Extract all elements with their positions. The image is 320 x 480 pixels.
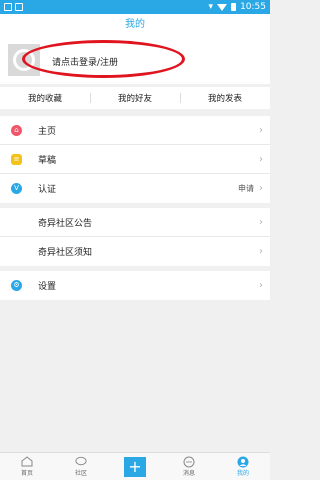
- menu-item-label: 奇异社区公告: [38, 218, 93, 229]
- tab-friends[interactable]: 我的好友: [90, 92, 180, 104]
- home-icon: [21, 456, 33, 467]
- tab-posts[interactable]: 我的发表: [180, 92, 270, 104]
- message-icon: [183, 456, 195, 467]
- chevron-right-icon: ›: [259, 124, 263, 136]
- bottom-navigation: 首页 社区 + 消息 我的: [0, 452, 270, 480]
- chat-bubble-icon: [75, 456, 87, 467]
- chevron-right-icon: ›: [259, 153, 263, 165]
- plus-icon: +: [124, 456, 146, 477]
- menu-item-label: 草稿: [38, 155, 57, 166]
- home-icon: ⌂: [11, 124, 22, 136]
- nav-label: 我的: [236, 470, 249, 477]
- notification-icon: [15, 3, 23, 11]
- menu-group-community: 奇异社区公告 › 奇异社区须知 ›: [0, 208, 270, 266]
- chevron-right-icon: ›: [259, 183, 263, 194]
- menu-item-notice[interactable]: 奇异社区须知 ›: [0, 237, 270, 266]
- chevron-right-icon: ›: [259, 246, 263, 257]
- chevron-right-icon: ›: [259, 280, 263, 291]
- avatar-placeholder-icon: [13, 49, 35, 71]
- verify-icon: V: [11, 183, 22, 194]
- status-time: 10:55: [240, 2, 266, 12]
- menu-item-home[interactable]: ⌂ 主页 ›: [0, 116, 270, 145]
- draft-icon: ≡: [11, 153, 22, 165]
- menu-item-announcement[interactable]: 奇异社区公告 ›: [0, 208, 270, 237]
- menu-group-settings: ⚙ 设置 ›: [0, 271, 270, 300]
- menu-group-main: ⌂ 主页 › ≡ 草稿 › V 认证 申请 ›: [0, 116, 270, 203]
- nav-add-post[interactable]: +: [108, 453, 162, 480]
- notification-icon: [4, 3, 12, 11]
- page-title: 我的: [0, 14, 270, 36]
- nav-community[interactable]: 社区: [54, 453, 108, 480]
- chevron-right-icon: ›: [259, 216, 263, 228]
- menu-item-settings[interactable]: ⚙ 设置 ›: [0, 271, 270, 300]
- nav-label: 社区: [74, 470, 87, 477]
- nav-home[interactable]: 首页: [0, 453, 54, 480]
- menu-item-drafts[interactable]: ≡ 草稿 ›: [0, 145, 270, 174]
- gear-icon: ⚙: [11, 280, 22, 291]
- user-icon: [237, 456, 249, 467]
- signal-icon: [217, 3, 228, 11]
- nav-messages[interactable]: 消息: [162, 453, 216, 480]
- nav-label: 首页: [20, 470, 33, 477]
- menu-item-verify[interactable]: V 认证 申请 ›: [0, 174, 270, 203]
- wifi-icon: ▾: [208, 2, 214, 12]
- menu-item-label: 认证: [38, 185, 57, 195]
- profile-tabs: 我的收藏 我的好友 我的发表: [0, 87, 270, 109]
- battery-icon: [231, 3, 237, 11]
- profile-header[interactable]: 请点击登录/注册: [0, 36, 270, 84]
- menu-item-label: 主页: [38, 126, 57, 137]
- nav-label: 消息: [182, 470, 195, 477]
- tab-favorites[interactable]: 我的收藏: [0, 92, 90, 104]
- verify-apply-text: 申请: [238, 184, 254, 193]
- avatar[interactable]: [8, 44, 40, 76]
- login-register-link[interactable]: 请点击登录/注册: [52, 55, 118, 68]
- menu-item-label: 设置: [38, 282, 57, 292]
- nav-me[interactable]: 我的: [216, 453, 270, 480]
- status-bar: ▾ 10:55: [0, 0, 270, 14]
- menu-item-label: 奇异社区须知: [38, 248, 93, 258]
